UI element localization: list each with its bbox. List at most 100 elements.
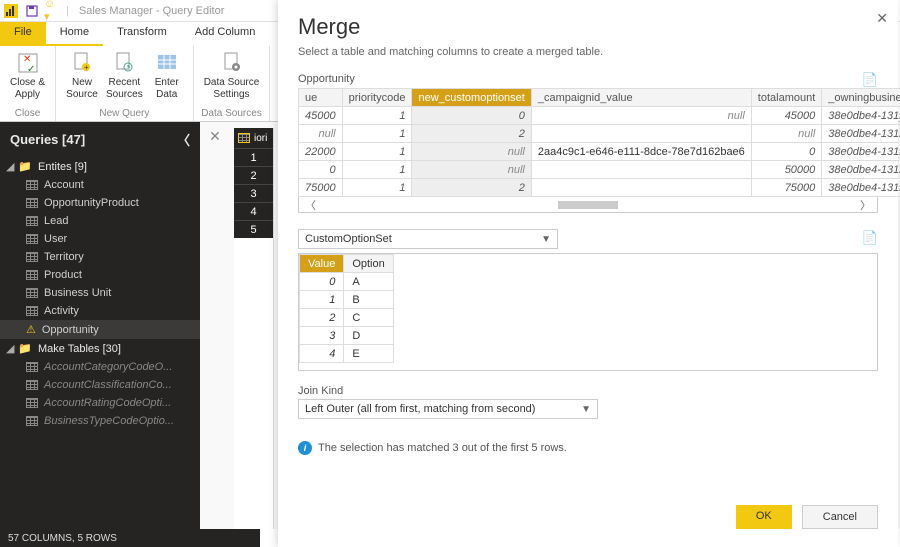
- table-cell[interactable]: 38e0dbe4-131b: [822, 179, 900, 197]
- sidebar-item[interactable]: Territory: [0, 248, 200, 266]
- table-cell[interactable]: 50000: [751, 161, 821, 179]
- table-cell[interactable]: 0: [751, 143, 821, 161]
- preview-row-number[interactable]: 4: [234, 202, 273, 220]
- table1-settings-icon[interactable]: 📄: [862, 72, 878, 88]
- table2-dropdown[interactable]: CustomOptionSet ▼: [298, 229, 558, 249]
- table-cell[interactable]: 2: [412, 125, 531, 143]
- table-cell[interactable]: 2: [412, 179, 531, 197]
- column-header[interactable]: Option: [344, 255, 393, 273]
- sidebar-item[interactable]: AccountCategoryCodeO...: [0, 358, 200, 376]
- table-cell[interactable]: A: [344, 273, 393, 291]
- sidebar-item[interactable]: Business Unit: [0, 284, 200, 302]
- column-header[interactable]: _owningbusine: [822, 89, 900, 107]
- tab-home[interactable]: Home: [46, 22, 103, 46]
- table-cell[interactable]: [531, 161, 751, 179]
- table-cell[interactable]: 22000: [299, 143, 343, 161]
- save-icon[interactable]: [24, 3, 40, 19]
- table-cell[interactable]: 4: [300, 345, 344, 363]
- sidebar-item[interactable]: OpportunityProduct: [0, 194, 200, 212]
- enter-data-label: Enter Data: [155, 77, 179, 101]
- sidebar-item-label: AccountRatingCodeOpti...: [44, 397, 171, 409]
- table-cell[interactable]: C: [344, 309, 393, 327]
- column-header[interactable]: prioritycode: [342, 89, 412, 107]
- table-cell[interactable]: 0: [300, 273, 344, 291]
- recent-sources-button[interactable]: Recent Sources: [102, 48, 147, 103]
- preview-row-number[interactable]: 3: [234, 184, 273, 202]
- sidebar-group[interactable]: ◢📁Make Tables [30]: [0, 339, 200, 358]
- sidebar-item[interactable]: AccountRatingCodeOpti...: [0, 394, 200, 412]
- table-cell[interactable]: 3: [300, 327, 344, 345]
- sidebar-item[interactable]: Product: [0, 266, 200, 284]
- table-cell[interactable]: 1: [300, 291, 344, 309]
- join-kind-dropdown[interactable]: Left Outer (all from first, matching fro…: [298, 399, 598, 419]
- close-apply-button[interactable]: ✕✓ Close & Apply: [6, 48, 49, 103]
- table2-preview[interactable]: ValueOption0A1B2C3D4E: [299, 254, 394, 363]
- table1-preview[interactable]: ueprioritycodenew_customoptionset_campai…: [298, 88, 900, 197]
- table-cell[interactable]: 45000: [299, 107, 343, 125]
- sidebar-item-label: AccountClassificationCo...: [44, 379, 172, 391]
- close-dialog-icon[interactable]: ✕: [872, 6, 892, 31]
- table-cell[interactable]: 75000: [299, 179, 343, 197]
- sidebar-item[interactable]: Activity: [0, 302, 200, 320]
- table-cell[interactable]: 1: [342, 125, 412, 143]
- table-cell[interactable]: 1: [342, 143, 412, 161]
- table-cell[interactable]: B: [344, 291, 393, 309]
- table-cell[interactable]: 1: [342, 179, 412, 197]
- tab-file[interactable]: File: [0, 22, 46, 46]
- data-source-settings-button[interactable]: Data Source Settings: [200, 48, 264, 103]
- sidebar-item-label: Business Unit: [44, 287, 111, 299]
- table2-dropdown-value: CustomOptionSet: [305, 233, 392, 245]
- tab-add-column[interactable]: Add Column: [181, 22, 270, 46]
- table-cell[interactable]: null: [299, 125, 343, 143]
- column-header[interactable]: new_customoptionset: [412, 89, 531, 107]
- table-cell[interactable]: 0: [412, 107, 531, 125]
- table1-scrollbar[interactable]: 〈 〉: [298, 197, 878, 213]
- preview-row-number[interactable]: 1: [234, 148, 273, 166]
- scroll-thumb[interactable]: [558, 201, 618, 209]
- preview-row-number[interactable]: 5: [234, 220, 273, 238]
- scroll-left-icon[interactable]: 〈: [305, 197, 316, 213]
- table-cell[interactable]: null: [412, 161, 531, 179]
- table2-settings-icon[interactable]: 📄: [862, 230, 878, 246]
- table-cell[interactable]: 38e0dbe4-131b: [822, 161, 900, 179]
- column-header[interactable]: Value: [300, 255, 344, 273]
- table-cell[interactable]: 2: [300, 309, 344, 327]
- table-cell[interactable]: 1: [342, 107, 412, 125]
- sidebar-item[interactable]: AccountClassificationCo...: [0, 376, 200, 394]
- table-cell[interactable]: 75000: [751, 179, 821, 197]
- new-source-button[interactable]: + New Source: [62, 48, 102, 103]
- scroll-right-icon[interactable]: 〉: [860, 197, 871, 213]
- column-header[interactable]: ue: [299, 89, 343, 107]
- sidebar-item[interactable]: BusinessTypeCodeOptio...: [0, 412, 200, 430]
- sidebar-item[interactable]: Lead: [0, 212, 200, 230]
- table-cell[interactable]: [531, 125, 751, 143]
- table-cell[interactable]: null: [751, 125, 821, 143]
- sidebar-item[interactable]: Account: [0, 176, 200, 194]
- table-cell[interactable]: D: [344, 327, 393, 345]
- table-cell[interactable]: E: [344, 345, 393, 363]
- table-cell[interactable]: 0: [299, 161, 343, 179]
- smiley-icon[interactable]: ☺▾: [44, 3, 60, 19]
- tab-transform[interactable]: Transform: [103, 22, 181, 46]
- table-cell[interactable]: 1: [342, 161, 412, 179]
- preview-row-number[interactable]: 2: [234, 166, 273, 184]
- column-header[interactable]: totalamount: [751, 89, 821, 107]
- cancel-button[interactable]: Cancel: [802, 505, 878, 529]
- table-cell[interactable]: null: [412, 143, 531, 161]
- table-cell[interactable]: 38e0dbe4-131b: [822, 107, 900, 125]
- sidebar-group[interactable]: ◢📁Entites [9]: [0, 157, 200, 176]
- table-cell[interactable]: 38e0dbe4-131b: [822, 125, 900, 143]
- collapse-chevron-icon[interactable]: 〈: [177, 130, 190, 149]
- table-cell[interactable]: 38e0dbe4-131b: [822, 143, 900, 161]
- column-header[interactable]: _campaignid_value: [531, 89, 751, 107]
- table-cell[interactable]: null: [531, 107, 751, 125]
- table-cell[interactable]: 2aa4c9c1-e646-e111-8dce-78e7d162bae6: [531, 143, 751, 161]
- close-preview-icon[interactable]: ✕: [209, 128, 221, 145]
- sidebar-item[interactable]: ⚠Opportunity: [0, 320, 200, 339]
- table-cell[interactable]: [531, 179, 751, 197]
- sidebar-item[interactable]: User: [0, 230, 200, 248]
- table-cell[interactable]: 45000: [751, 107, 821, 125]
- enter-data-button[interactable]: Enter Data: [147, 48, 187, 103]
- preview-tab[interactable]: iori: [234, 128, 273, 148]
- ok-button[interactable]: OK: [736, 505, 792, 529]
